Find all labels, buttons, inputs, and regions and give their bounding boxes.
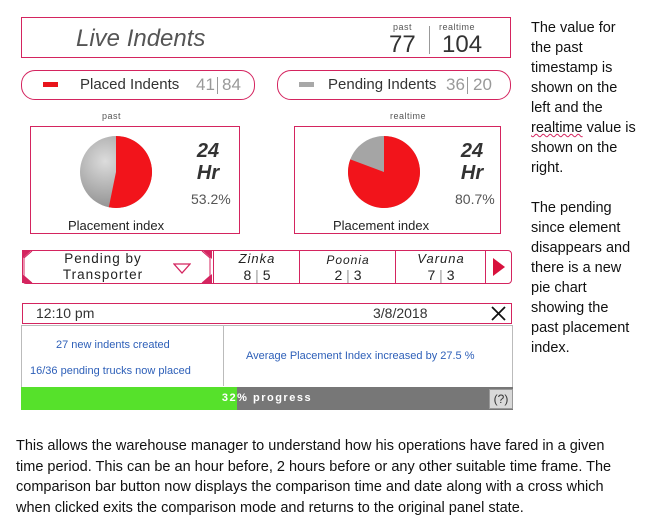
placed-legend-swatch <box>43 82 58 87</box>
chevron-down-icon[interactable] <box>173 263 191 274</box>
realtime-hr-number: 24 <box>460 140 484 162</box>
placed-indents-label: Placed Indents <box>80 76 180 93</box>
realtime-placement-panel[interactable]: 24 Hr 80.7% Placement index <box>294 126 501 234</box>
side-note-line: right. <box>531 160 564 176</box>
transporter-bar: Pending by Transporter Zinka 8 | 5 Pooni… <box>22 250 512 284</box>
pending-placed-note: 16/36 pending trucks now placed <box>30 365 191 377</box>
realtime-panel-caption: realtime <box>390 111 427 121</box>
next-transporters-button[interactable] <box>485 251 511 283</box>
past-panel-caption: past <box>102 111 122 121</box>
past-hr-number: 24 <box>196 140 220 162</box>
pending-past-count: 36 <box>446 75 465 94</box>
varuna-counts: 7 | 3 <box>427 267 455 283</box>
dropdown-line1: Pending by <box>64 251 142 266</box>
placed-indents-pill[interactable]: Placed Indents 41 84 <box>21 70 255 100</box>
help-button[interactable]: (?) <box>489 389 513 409</box>
live-indents-header: Live Indents past 77 realtime 104 <box>21 17 511 58</box>
side-note-line: realtime value is <box>531 120 636 136</box>
side-note-line: showing the <box>531 300 609 316</box>
poonia-b: 3 <box>353 267 362 283</box>
transporter-item-poonia[interactable]: Poonia 2 | 3 <box>299 251 395 283</box>
transporter-item-zinka[interactable]: Zinka 8 | 5 <box>213 251 299 283</box>
past-placement-panel[interactable]: 24 Hr 53.2% Placement index <box>30 126 240 234</box>
realtime-hr-unit: Hr <box>460 162 484 184</box>
description-line: when clicked exits the comparison mode a… <box>16 499 524 516</box>
realtime-placement-label: Placement index <box>333 218 430 233</box>
realtime-value: 104 <box>442 31 483 58</box>
side-note-line: disappears and <box>531 240 631 256</box>
transporter-item-varuna[interactable]: Varuna 7 | 3 <box>395 251 485 283</box>
comparison-time: 12:10 pm <box>36 305 95 321</box>
dropdown-line2: Transporter <box>62 267 144 282</box>
side-note-line: there is a new <box>531 260 622 276</box>
pending-indents-pill[interactable]: Pending Indents 36 20 <box>277 70 511 100</box>
realtime-percent: 80.7% <box>455 191 495 207</box>
past-placement-label: Placement index <box>68 218 165 233</box>
pending-realtime-count: 20 <box>473 75 492 94</box>
description-line: This allows the warehouse manager to und… <box>16 438 605 454</box>
side-note-line: shown on the <box>531 140 618 156</box>
side-note-line: pie chart <box>531 280 587 296</box>
realtime-hr-label: 24 Hr <box>455 140 489 184</box>
description-line: comparison bar button now displays the c… <box>16 479 604 495</box>
side-note-line: left and the <box>531 100 603 116</box>
side-note-line: The pending <box>531 200 612 216</box>
pending-divider <box>467 77 468 94</box>
side-note-line: since element <box>531 220 621 236</box>
new-indents-note: 27 new indents created <box>56 339 170 351</box>
side-note-paragraph-2: The pending since element disappears and… <box>531 198 647 358</box>
side-note-paragraph-1: The value for the past timestamp is show… <box>531 18 647 178</box>
side-note-line: the past <box>531 40 583 56</box>
placed-divider <box>217 77 218 94</box>
side-note-line: past placement <box>531 320 630 336</box>
placement-increase-note: Average Placement Index increased by 27.… <box>246 350 475 362</box>
pending-legend-swatch <box>299 82 314 87</box>
placed-realtime-count: 84 <box>222 75 241 94</box>
progress-label: 32% progress <box>221 392 313 404</box>
zinka-b: 5 <box>262 267 271 283</box>
close-icon[interactable] <box>491 306 506 321</box>
realtime-placement-pie <box>347 136 420 208</box>
past-hr-label: 24 Hr <box>191 140 225 184</box>
spellcheck-word: realtime <box>531 120 583 136</box>
poonia-name: Poonia <box>326 253 370 267</box>
zinka-name: Zinka <box>238 251 276 266</box>
placed-past-count: 41 <box>196 75 215 94</box>
varuna-b: 3 <box>446 267 455 283</box>
header-divider <box>429 26 430 54</box>
description-paragraph: This allows the warehouse manager to und… <box>16 436 646 518</box>
side-note-line: shown on the <box>531 80 618 96</box>
transporter-dropdown[interactable]: Pending by Transporter <box>33 251 203 283</box>
past-value: 77 <box>389 31 416 58</box>
side-note: The value for the past timestamp is show… <box>531 18 647 358</box>
varuna-name: Varuna <box>417 251 465 266</box>
side-note-line: The value for <box>531 20 616 36</box>
summary-divider <box>223 326 224 386</box>
past-percent: 53.2% <box>191 191 231 207</box>
page-title: Live Indents <box>76 25 206 52</box>
side-note-line: index. <box>531 340 570 356</box>
description-line: time period. This can be an hour before,… <box>16 458 612 475</box>
comparison-date: 3/8/2018 <box>373 305 428 321</box>
zinka-counts: 8 | 5 <box>243 267 271 283</box>
pending-indents-label: Pending Indents <box>328 76 437 93</box>
progress-bar: 32% progress <box>21 387 513 410</box>
past-placement-pie <box>80 136 153 208</box>
side-note-line: timestamp is <box>531 60 613 76</box>
comparison-bar[interactable]: 12:10 pm 3/8/2018 <box>22 303 512 324</box>
play-arrow-icon <box>493 258 505 276</box>
poonia-counts: 2 | 3 <box>334 267 362 283</box>
past-hr-unit: Hr <box>196 162 220 184</box>
